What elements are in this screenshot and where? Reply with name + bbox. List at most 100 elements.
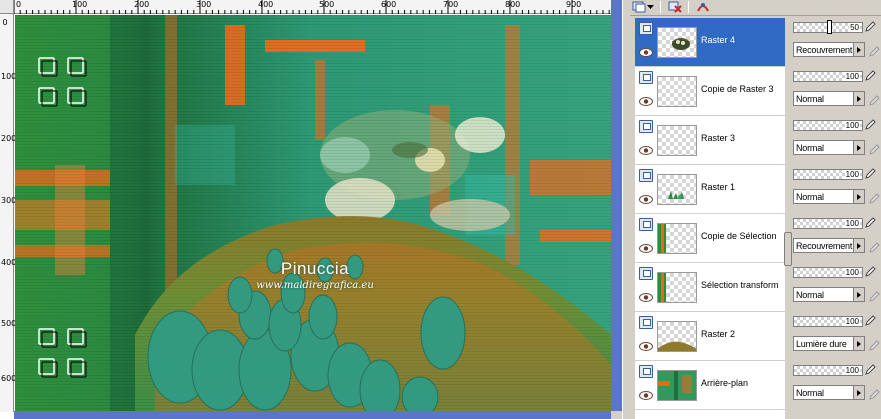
opacity-slider[interactable]: 100 — [793, 365, 863, 376]
opacity-slider-handle[interactable] — [827, 20, 832, 34]
opacity-slider[interactable]: 100 — [793, 316, 863, 327]
visibility-eye-icon[interactable] — [639, 342, 653, 351]
ruler-tick: 500 — [1, 319, 17, 328]
edit-pen-icon[interactable] — [864, 315, 876, 327]
layer-properties: 50 Recouvrement 100 Normal 100 Normal 10… — [792, 18, 881, 419]
opacity-value: 100 — [844, 121, 860, 130]
blend-mode-select[interactable]: Recouvrement — [793, 238, 865, 253]
dropdown-arrow-icon[interactable] — [646, 0, 656, 14]
lock-transparency-icon[interactable] — [868, 95, 880, 107]
layer-thumbnail — [657, 76, 697, 107]
lock-transparency-icon[interactable] — [868, 193, 880, 205]
panel-splitter[interactable] — [622, 0, 630, 419]
edit-pen-icon[interactable] — [864, 119, 876, 131]
opacity-slider[interactable]: 100 — [793, 169, 863, 180]
ruler-top: 0 100 200 300 400 500 600 700 800 900 — [14, 0, 611, 14]
visibility-eye-icon[interactable] — [639, 293, 653, 302]
blend-mode-value: Normal — [796, 94, 824, 104]
raster-layer-icon — [639, 267, 653, 280]
visibility-eye-icon[interactable] — [639, 146, 653, 155]
opacity-slider[interactable]: 100 — [793, 218, 863, 229]
canvas-horizontal-scrollbar[interactable] — [14, 411, 611, 419]
blend-mode-select[interactable]: Normal — [793, 189, 865, 204]
blend-mode-value: Normal — [796, 192, 824, 202]
layer-list: Raster 4 Copie de Raster 3 Raster 3 Rast… — [635, 18, 785, 419]
mask-icon[interactable] — [694, 0, 712, 14]
opacity-slider[interactable]: 50 — [793, 20, 863, 34]
ruler-corner — [0, 0, 14, 14]
watermark-title: Pinuccia — [280, 259, 350, 278]
lock-transparency-icon[interactable] — [868, 144, 880, 156]
layer-name: Raster 3 — [701, 133, 736, 143]
blend-mode-select[interactable]: Normal — [793, 140, 865, 155]
visibility-eye-icon[interactable] — [639, 97, 653, 106]
blend-dropdown-arrow-icon[interactable] — [853, 141, 864, 154]
ruler-left: 0 100 200 300 400 500 600 — [0, 14, 17, 412]
lock-transparency-icon[interactable] — [868, 340, 880, 352]
blend-mode-select[interactable]: Normal — [793, 385, 865, 400]
layer-list-scroll-thumb[interactable] — [784, 232, 792, 266]
layers-panel: Raster 4 Copie de Raster 3 Raster 3 Rast… — [630, 0, 881, 419]
opacity-value: 100 — [844, 268, 860, 277]
layer-row-raster-4[interactable]: Raster 4 — [635, 18, 785, 67]
ruler-tick: 600 — [1, 374, 17, 383]
blend-dropdown-arrow-icon[interactable] — [853, 288, 864, 301]
blend-mode-select[interactable]: Normal — [793, 91, 865, 106]
layer-props-row: 50 Recouvrement — [792, 18, 881, 67]
ruler-tick: 300 — [1, 196, 17, 205]
layer-name: Copie de Sélection — [701, 231, 777, 241]
edit-pen-icon[interactable] — [864, 364, 876, 376]
layer-name: Sélection transform — [701, 280, 779, 290]
blend-mode-select[interactable]: Lumière dure — [793, 336, 865, 351]
blend-mode-select[interactable]: Recouvrement — [793, 42, 865, 57]
raster-layer-icon — [639, 22, 653, 35]
opacity-value: 50 — [849, 23, 860, 32]
opacity-slider[interactable]: 100 — [793, 71, 863, 82]
layer-row-copie-selection[interactable]: Copie de Sélection — [635, 214, 785, 263]
visibility-eye-icon[interactable] — [639, 391, 653, 400]
edit-pen-icon[interactable] — [864, 168, 876, 180]
layer-name: Raster 2 — [701, 329, 736, 339]
opacity-value: 100 — [844, 219, 860, 228]
layer-thumbnail — [657, 370, 697, 401]
layer-row-raster-3[interactable]: Raster 3 — [635, 116, 785, 165]
lock-transparency-icon[interactable] — [868, 389, 880, 401]
layer-row-selection-transform[interactable]: Sélection transform — [635, 263, 785, 312]
canvas-image[interactable]: Pinuccia www.maidiregrafica.eu — [15, 15, 611, 411]
visibility-eye-icon[interactable] — [639, 244, 653, 253]
delete-layer-icon[interactable] — [666, 0, 684, 14]
opacity-slider[interactable]: 100 — [793, 267, 863, 278]
canvas-vertical-scrollbar[interactable] — [611, 0, 622, 412]
layer-row-copie-raster-3[interactable]: Copie de Raster 3 — [635, 67, 785, 116]
layer-name: Raster 1 — [701, 182, 736, 192]
layer-row-raster-1[interactable]: Raster 1 — [635, 165, 785, 214]
layer-row-arriere-plan[interactable]: Arrière-plan — [635, 361, 785, 410]
edit-pen-icon[interactable] — [864, 70, 876, 82]
opacity-slider[interactable]: 100 — [793, 120, 863, 131]
opacity-value: 100 — [844, 366, 860, 375]
blend-mode-value: Lumière dure — [796, 339, 847, 349]
blend-dropdown-arrow-icon[interactable] — [853, 92, 864, 105]
edit-pen-icon[interactable] — [864, 217, 876, 229]
artwork — [15, 15, 611, 411]
layer-row-raster-2[interactable]: Raster 2 — [635, 312, 785, 361]
visibility-eye-icon[interactable] — [639, 48, 653, 57]
blend-dropdown-arrow-icon[interactable] — [853, 190, 864, 203]
blend-dropdown-arrow-icon[interactable] — [853, 239, 864, 252]
edit-pen-icon[interactable] — [864, 266, 876, 278]
lock-transparency-icon[interactable] — [868, 46, 880, 58]
layer-props-row: 100 Normal — [792, 165, 881, 214]
blend-mode-select[interactable]: Normal — [793, 287, 865, 302]
raster-layer-icon — [639, 71, 653, 84]
layer-list-scrollbar[interactable] — [785, 18, 791, 419]
edit-pen-icon[interactable] — [864, 21, 876, 33]
blend-dropdown-arrow-icon[interactable] — [853, 337, 864, 350]
blend-dropdown-arrow-icon[interactable] — [853, 43, 864, 56]
lock-transparency-icon[interactable] — [868, 291, 880, 303]
lock-transparency-icon[interactable] — [868, 242, 880, 254]
layer-thumbnail — [657, 125, 697, 156]
opacity-value: 100 — [844, 170, 860, 179]
blend-dropdown-arrow-icon[interactable] — [853, 386, 864, 399]
blend-mode-value: Normal — [796, 388, 824, 398]
visibility-eye-icon[interactable] — [639, 195, 653, 204]
